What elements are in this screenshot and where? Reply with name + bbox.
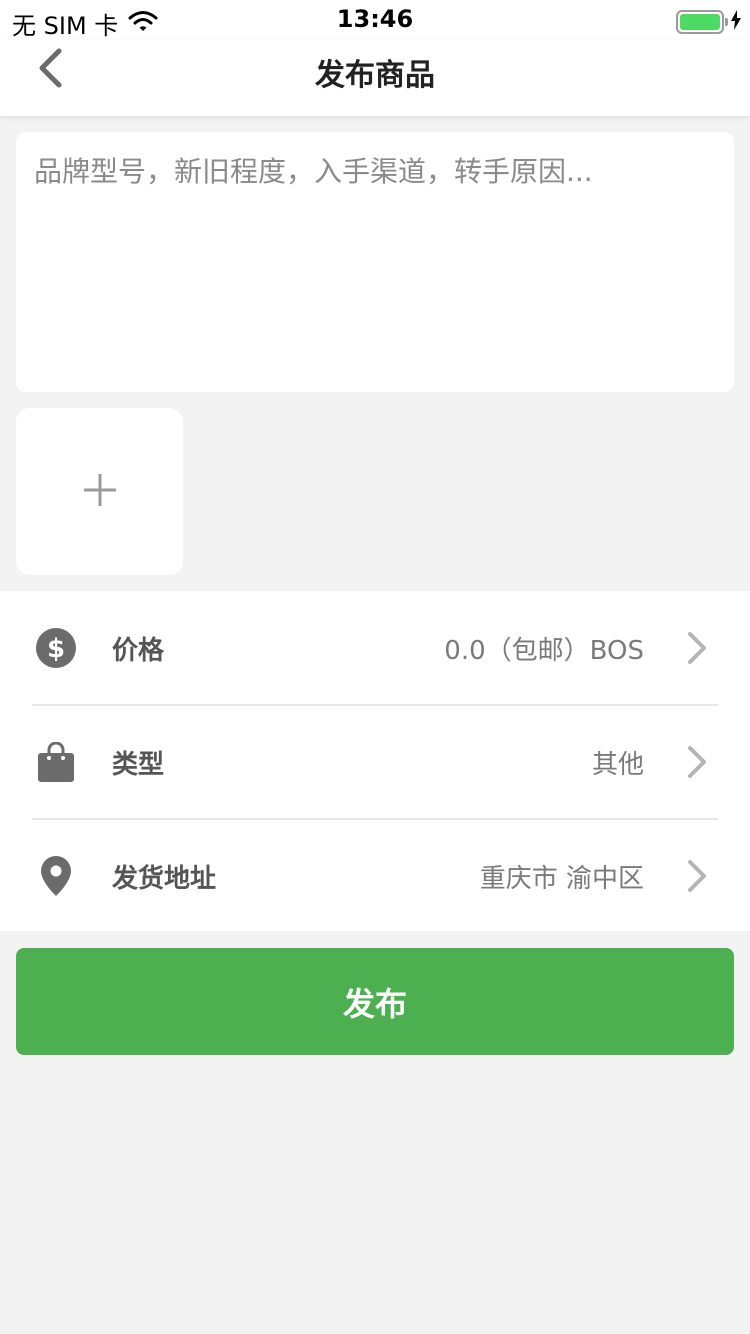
page-title: 发布商品 bbox=[315, 58, 435, 93]
price-label: 价格 bbox=[112, 635, 165, 666]
description-card bbox=[16, 132, 734, 392]
settings-row-price[interactable]: $ 价格 0.0（包邮）BOS bbox=[0, 591, 750, 705]
settings-row-address[interactable]: 发货地址 重庆市 渝中区 bbox=[0, 819, 750, 933]
location-pin-icon bbox=[36, 856, 76, 896]
plus-icon bbox=[82, 472, 118, 512]
settings-row-type[interactable]: 类型 其他 bbox=[0, 705, 750, 819]
status-right bbox=[676, 8, 742, 36]
chevron-right-icon bbox=[686, 631, 708, 665]
description-input[interactable] bbox=[16, 132, 734, 392]
type-value: 其他 bbox=[591, 749, 644, 780]
bolt-icon bbox=[730, 8, 742, 36]
battery-icon bbox=[676, 10, 728, 34]
dollar-circle-icon: $ bbox=[36, 628, 76, 668]
price-value: 0.0（包邮）BOS bbox=[444, 635, 644, 666]
status-time: 13:46 bbox=[336, 5, 414, 33]
svg-text:$: $ bbox=[47, 634, 65, 664]
type-label: 类型 bbox=[112, 749, 165, 780]
status-bar: 无 SIM 卡 13:46 bbox=[0, 0, 750, 40]
address-label: 发货地址 bbox=[112, 863, 217, 894]
chevron-right-icon bbox=[686, 745, 708, 779]
shopping-bag-icon bbox=[36, 742, 76, 782]
address-value: 重庆市 渝中区 bbox=[479, 863, 644, 894]
settings-list: $ 价格 0.0（包邮）BOS 类型 其他 发货地址 重庆市 渝中区 bbox=[0, 591, 750, 931]
chevron-right-icon bbox=[686, 859, 708, 893]
nav-bar: 发布商品 bbox=[0, 40, 750, 116]
publish-button[interactable]: 发布 bbox=[16, 948, 734, 1055]
add-photo-button[interactable] bbox=[16, 408, 183, 575]
